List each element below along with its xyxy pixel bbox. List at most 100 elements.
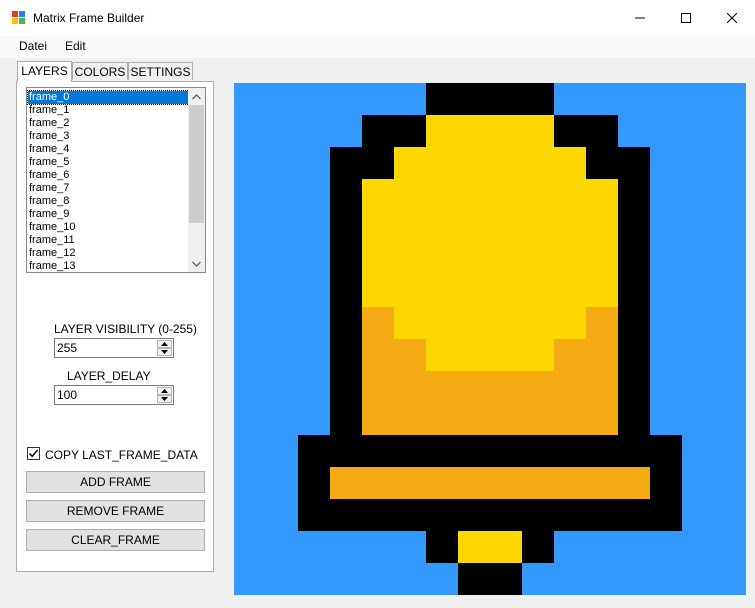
pixel-cell[interactable] xyxy=(522,339,554,371)
pixel-cell[interactable] xyxy=(586,499,618,531)
pixel-cell[interactable] xyxy=(682,403,714,435)
pixel-cell[interactable] xyxy=(490,307,522,339)
pixel-cell[interactable] xyxy=(618,499,650,531)
pixel-cell[interactable] xyxy=(330,531,362,563)
pixel-cell[interactable] xyxy=(458,339,490,371)
pixel-cell[interactable] xyxy=(394,307,426,339)
pixel-cell[interactable] xyxy=(394,275,426,307)
pixel-cell[interactable] xyxy=(554,403,586,435)
pixel-cell[interactable] xyxy=(330,563,362,595)
pixel-cell[interactable] xyxy=(650,531,682,563)
pixel-cell[interactable] xyxy=(458,435,490,467)
pixel-cell[interactable] xyxy=(554,531,586,563)
pixel-cell[interactable] xyxy=(426,531,458,563)
pixel-cell[interactable] xyxy=(490,83,522,115)
pixel-cell[interactable] xyxy=(426,307,458,339)
frame-list-item[interactable]: frame_12 xyxy=(28,247,189,260)
pixel-cell[interactable] xyxy=(618,115,650,147)
pixel-cell[interactable] xyxy=(714,499,746,531)
pixel-cell[interactable] xyxy=(490,563,522,595)
pixel-cell[interactable] xyxy=(618,467,650,499)
pixel-cell[interactable] xyxy=(714,339,746,371)
pixel-cell[interactable] xyxy=(266,115,298,147)
pixel-cell[interactable] xyxy=(234,371,266,403)
pixel-cell[interactable] xyxy=(714,467,746,499)
pixel-cell[interactable] xyxy=(650,147,682,179)
frame-list-item[interactable]: frame_5 xyxy=(28,156,189,169)
pixel-cell[interactable] xyxy=(650,243,682,275)
pixel-cell[interactable] xyxy=(330,339,362,371)
pixel-cell[interactable] xyxy=(362,307,394,339)
pixel-cell[interactable] xyxy=(554,563,586,595)
pixel-cell[interactable] xyxy=(586,403,618,435)
pixel-cell[interactable] xyxy=(362,371,394,403)
pixel-cell[interactable] xyxy=(522,563,554,595)
pixel-cell[interactable] xyxy=(362,531,394,563)
pixel-cell[interactable] xyxy=(554,83,586,115)
pixel-cell[interactable] xyxy=(394,499,426,531)
pixel-cell[interactable] xyxy=(362,435,394,467)
pixel-cell[interactable] xyxy=(522,467,554,499)
pixel-cell[interactable] xyxy=(490,499,522,531)
frame-list-item[interactable]: frame_0 xyxy=(27,90,190,105)
pixel-cell[interactable] xyxy=(714,403,746,435)
close-button[interactable] xyxy=(709,0,755,36)
pixel-cell[interactable] xyxy=(458,115,490,147)
pixel-cell[interactable] xyxy=(394,339,426,371)
pixel-cell[interactable] xyxy=(714,307,746,339)
pixel-cell[interactable] xyxy=(458,307,490,339)
frame-list-scrollbar[interactable] xyxy=(188,88,205,272)
pixel-cell[interactable] xyxy=(714,179,746,211)
pixel-cell[interactable] xyxy=(490,467,522,499)
pixel-cell[interactable] xyxy=(618,531,650,563)
pixel-cell[interactable] xyxy=(554,211,586,243)
pixel-cell[interactable] xyxy=(426,211,458,243)
pixel-cell[interactable] xyxy=(650,115,682,147)
pixel-cell[interactable] xyxy=(650,275,682,307)
pixel-cell[interactable] xyxy=(394,211,426,243)
pixel-cell[interactable] xyxy=(426,467,458,499)
pixel-cell[interactable] xyxy=(234,211,266,243)
pixel-cell[interactable] xyxy=(330,115,362,147)
pixel-cell[interactable] xyxy=(362,179,394,211)
pixel-cell[interactable] xyxy=(714,147,746,179)
scroll-down-arrow[interactable] xyxy=(188,255,205,272)
pixel-cell[interactable] xyxy=(330,435,362,467)
pixel-cell[interactable] xyxy=(266,499,298,531)
pixel-cell[interactable] xyxy=(522,179,554,211)
pixel-cell[interactable] xyxy=(298,115,330,147)
pixel-cell[interactable] xyxy=(714,371,746,403)
pixel-cell[interactable] xyxy=(394,563,426,595)
pixel-cell[interactable] xyxy=(426,115,458,147)
pixel-cell[interactable] xyxy=(298,179,330,211)
pixel-cell[interactable] xyxy=(618,83,650,115)
pixel-cell[interactable] xyxy=(618,243,650,275)
pixel-cell[interactable] xyxy=(298,307,330,339)
frame-list-item[interactable]: frame_6 xyxy=(28,169,189,182)
pixel-cell[interactable] xyxy=(586,179,618,211)
pixel-cell[interactable] xyxy=(586,147,618,179)
pixel-cell[interactable] xyxy=(298,563,330,595)
menu-edit[interactable]: Edit xyxy=(63,39,88,53)
pixel-cell[interactable] xyxy=(330,307,362,339)
pixel-cell[interactable] xyxy=(266,179,298,211)
pixel-cell[interactable] xyxy=(650,211,682,243)
pixel-cell[interactable] xyxy=(682,147,714,179)
pixel-cell[interactable] xyxy=(458,83,490,115)
pixel-cell[interactable] xyxy=(682,339,714,371)
pixel-cell[interactable] xyxy=(522,499,554,531)
pixel-cell[interactable] xyxy=(618,275,650,307)
pixel-cell[interactable] xyxy=(554,275,586,307)
pixel-cell[interactable] xyxy=(298,467,330,499)
pixel-cell[interactable] xyxy=(714,243,746,275)
pixel-cell[interactable] xyxy=(554,147,586,179)
pixel-cell[interactable] xyxy=(362,243,394,275)
pixel-cell[interactable] xyxy=(714,115,746,147)
pixel-cell[interactable] xyxy=(298,371,330,403)
pixel-cell[interactable] xyxy=(234,243,266,275)
clear-frame-button[interactable]: CLEAR_FRAME xyxy=(26,529,205,551)
pixel-cell[interactable] xyxy=(586,211,618,243)
matrix-canvas[interactable] xyxy=(234,83,746,595)
pixel-cell[interactable] xyxy=(490,243,522,275)
layer-delay-down-button[interactable] xyxy=(157,395,172,403)
